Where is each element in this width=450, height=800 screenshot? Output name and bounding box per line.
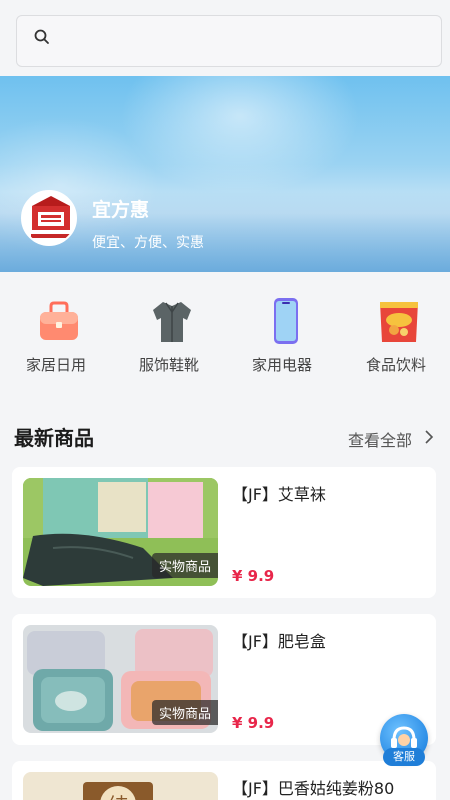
category-food[interactable]: 食品饮料 <box>346 296 446 386</box>
search-icon <box>34 29 49 44</box>
physical-goods-tag: 实物商品 <box>151 553 218 578</box>
category-label: 食品饮料 <box>365 356 426 374</box>
search-input[interactable] <box>16 15 442 67</box>
search-bar <box>0 0 450 76</box>
product-image: 实物商品 <box>23 625 218 733</box>
product-card[interactable]: 纯 【JF】巴香姑纯姜粉80 <box>12 761 436 800</box>
product-price: ¥ 9.9 <box>232 567 275 585</box>
store-name: 宜方惠 <box>92 199 150 221</box>
category-label: 家居日用 <box>25 356 86 374</box>
category-appliances[interactable]: 家用电器 <box>232 296 332 386</box>
store-banner <box>0 76 450 272</box>
product-name: 【JF】艾草袜 <box>232 485 326 504</box>
store-logo[interactable] <box>21 190 77 246</box>
phone-icon <box>274 298 298 344</box>
product-name: 【JF】肥皂盒 <box>232 632 326 651</box>
product-image: 实物商品 <box>23 478 218 586</box>
store-slogan: 便宜、方便、实惠 <box>92 235 204 251</box>
storage-box-icon <box>40 301 78 340</box>
category-label: 服饰鞋靴 <box>138 356 199 374</box>
section-title: 最新商品 <box>14 426 94 450</box>
chevron-right-icon[interactable] <box>424 430 434 444</box>
category-clothing[interactable]: 服饰鞋靴 <box>119 296 219 386</box>
product-price: ¥ 9.9 <box>232 714 275 732</box>
category-home-goods[interactable]: 家居日用 <box>6 296 106 386</box>
customer-service-label[interactable]: 客服 <box>383 748 425 766</box>
product-image: 纯 <box>23 772 218 800</box>
category-row: 家居日用 服饰鞋靴 家用电器 食品饮料 <box>0 272 450 390</box>
product-name: 【JF】巴香姑纯姜粉80 <box>232 779 395 798</box>
physical-goods-tag: 实物商品 <box>151 700 218 725</box>
product-card[interactable]: 实物商品 【JF】艾草袜 ¥ 9.9 <box>12 467 436 598</box>
view-all-link[interactable]: 查看全部 <box>348 427 412 451</box>
product-card[interactable]: 实物商品 【JF】肥皂盒 ¥ 9.9 <box>12 614 436 745</box>
snack-bag-icon <box>380 302 418 342</box>
svg-text:纯: 纯 <box>108 793 128 800</box>
jacket-icon <box>153 302 191 342</box>
category-label: 家用电器 <box>251 356 312 374</box>
